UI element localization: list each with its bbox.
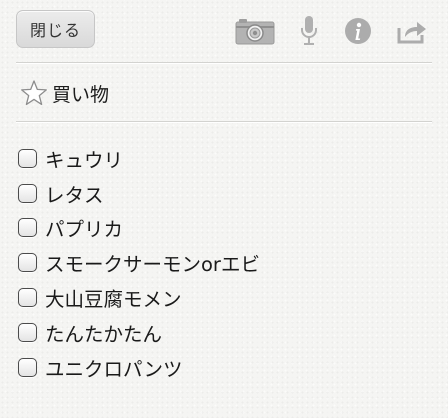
checklist-item-label[interactable]: スモークサーモンorエビ <box>45 248 260 277</box>
note-title-row: 買い物 <box>20 77 109 109</box>
checklist-item-label[interactable]: たんたかたん <box>45 318 162 347</box>
checklist-item: レタス <box>18 176 260 211</box>
checkbox[interactable] <box>18 183 37 203</box>
checklist-item-label[interactable]: キュウリ <box>45 144 123 173</box>
checkbox[interactable] <box>18 148 37 168</box>
checklist-item: たんたかたん <box>18 315 260 350</box>
star-icon[interactable] <box>20 78 50 108</box>
checklist-item: パプリカ <box>18 211 260 246</box>
info-icon[interactable] <box>343 14 373 48</box>
share-icon[interactable] <box>395 14 429 48</box>
close-button[interactable]: 閉じる <box>16 10 95 48</box>
checkbox[interactable] <box>18 288 37 308</box>
checklist-item: スモークサーモンorエビ <box>18 245 260 280</box>
checkbox[interactable] <box>18 218 37 238</box>
checkbox[interactable] <box>18 357 37 377</box>
checklist-item-label[interactable]: ユニクロパンツ <box>45 353 182 382</box>
checklist-item-label[interactable]: 大山豆腐モメン <box>45 283 182 312</box>
checkbox[interactable] <box>18 253 37 273</box>
note-title[interactable]: 買い物 <box>52 80 109 107</box>
toolbar: 閉じる <box>0 0 448 62</box>
checklist-item: ユニクロパンツ <box>18 350 260 385</box>
title-divider <box>16 121 432 123</box>
checklist-item-label[interactable]: レタス <box>45 179 104 208</box>
checklist-item-label[interactable]: パプリカ <box>45 213 123 242</box>
checklist-item: キュウリ <box>18 141 260 176</box>
checkbox[interactable] <box>18 322 37 342</box>
microphone-icon[interactable] <box>296 14 322 48</box>
toolbar-divider <box>16 62 432 64</box>
camera-icon[interactable] <box>234 14 276 48</box>
checklist-item: 大山豆腐モメン <box>18 280 260 315</box>
checklist: キュウリ レタス パプリカ スモークサーモンorエビ 大山豆腐モメン たんたかた… <box>18 141 260 385</box>
